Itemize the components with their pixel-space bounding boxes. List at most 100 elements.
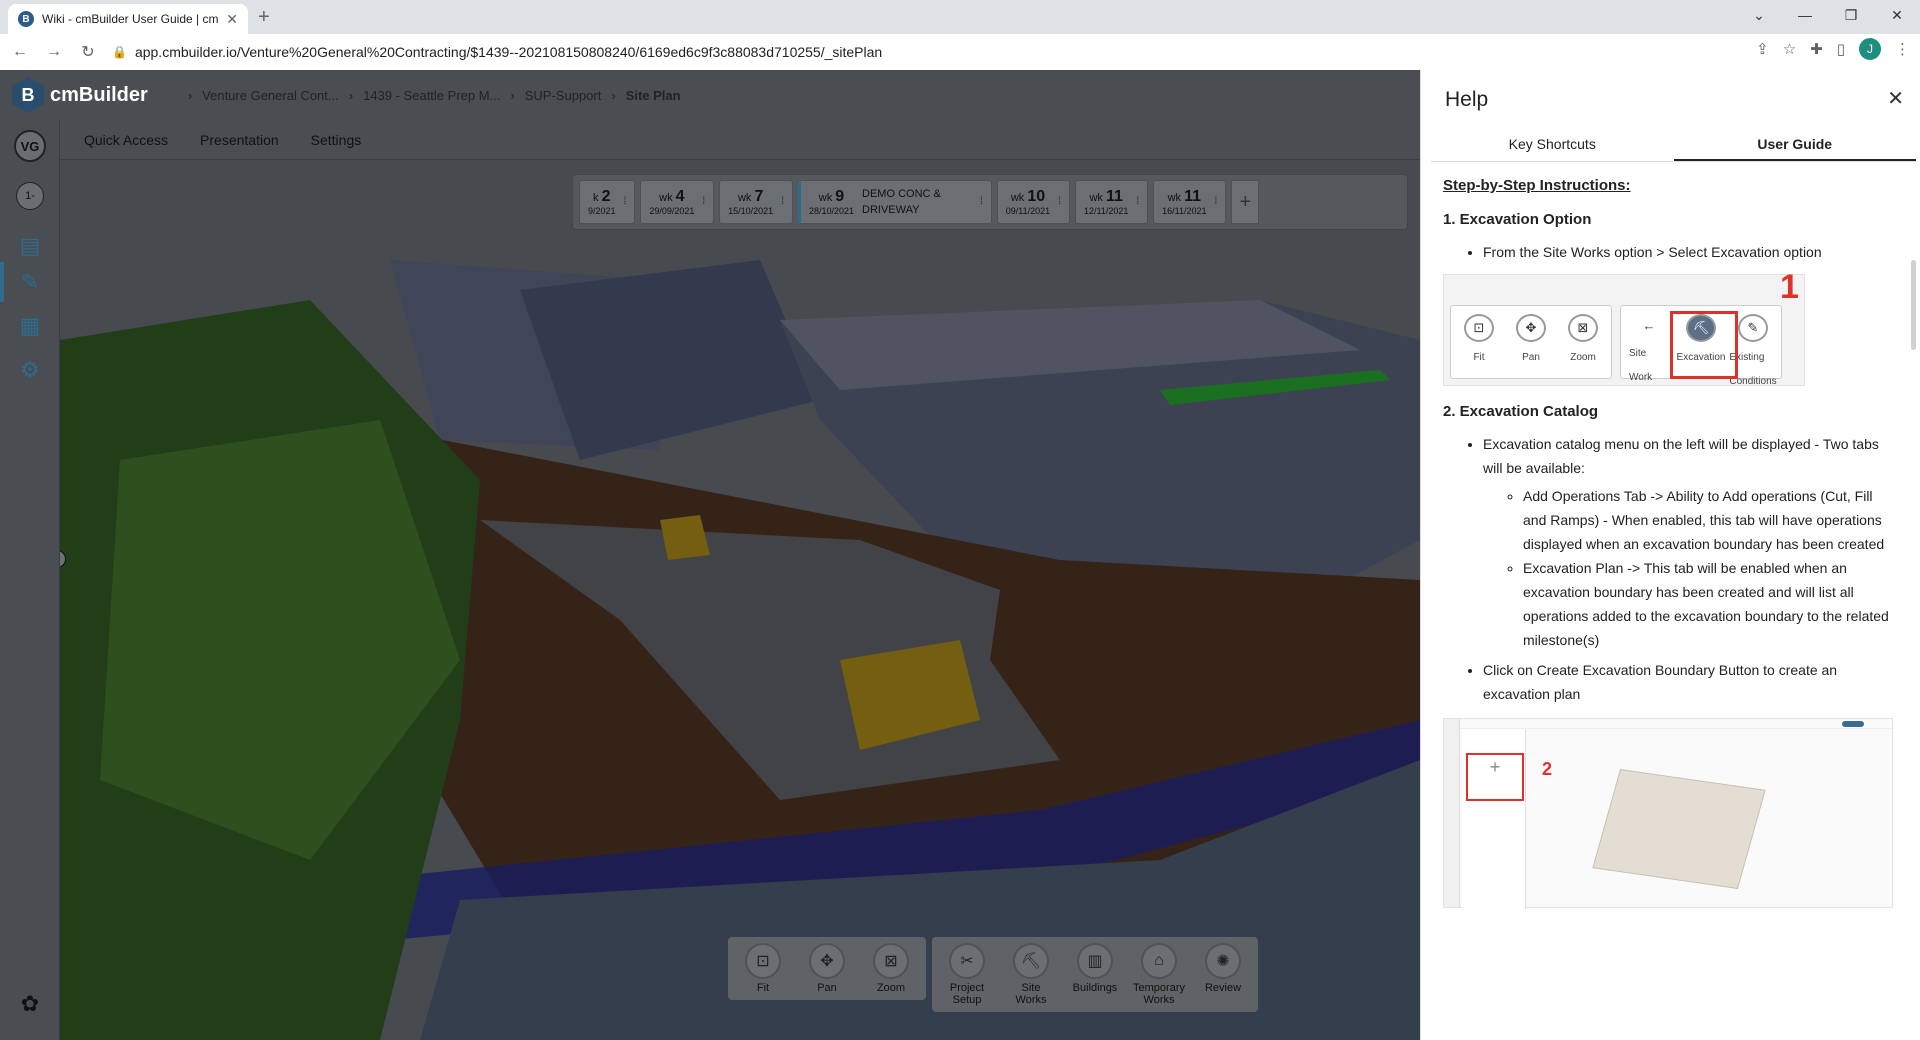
drag-handle-icon[interactable]: ⁞	[781, 197, 784, 207]
week-prefix: wk	[818, 192, 833, 204]
phase-badge[interactable]: 1-	[16, 182, 44, 210]
week-label: wk 11	[1168, 188, 1201, 206]
menu-quick-access[interactable]: Quick Access	[84, 132, 168, 148]
drag-handle-icon[interactable]: ⁞	[1058, 197, 1061, 207]
timeline-week[interactable]: wk 4 29/09/2021 ⁞	[640, 180, 715, 224]
buildings-label: Buildings	[1072, 982, 1118, 994]
restore-icon[interactable]: ❐	[1828, 0, 1874, 30]
timeline-week[interactable]: k 2 9/2021 ⁞	[579, 180, 636, 224]
zoom-icon: ⊠	[873, 943, 909, 979]
extensions-icon[interactable]: ✚	[1810, 40, 1823, 58]
guide-site-slab	[1592, 769, 1766, 889]
sub-list-item: Excavation Plan -> This tab will be enab…	[1523, 556, 1893, 652]
fit-icon: ⊡	[1464, 314, 1494, 342]
week-date: 15/10/2021	[728, 206, 774, 216]
tab-title: Wiki - cmBuilder User Guide | cm	[42, 12, 219, 26]
help-panel: Help ✕ Key Shortcuts User Guide Step-by-…	[1420, 70, 1920, 1040]
app-logo[interactable]: B cmBuilder	[12, 77, 148, 113]
forward-icon[interactable]: →	[40, 38, 68, 66]
breadcrumb-company[interactable]: Venture General Cont...	[202, 88, 339, 103]
drag-handle-icon[interactable]: ⁞	[980, 197, 983, 207]
timeline-week-selected[interactable]: wk 9 28/10/2021 DEMO CONC & DRIVEWAY ⁞	[797, 180, 992, 224]
settings-gear-icon[interactable]: ⚙	[12, 352, 48, 388]
back-icon[interactable]: ←	[6, 38, 34, 66]
timeline-week[interactable]: wk 10 09/11/2021 ⁞	[996, 180, 1070, 224]
fit-button[interactable]: ⊡ Fit	[738, 943, 788, 994]
bookmark-star-icon[interactable]: ☆	[1783, 40, 1796, 58]
drag-handle-icon[interactable]: ⁞	[1215, 197, 1218, 207]
drag-handle-icon[interactable]: ⁞	[624, 197, 627, 207]
temporary-works-button[interactable]: ⌂ Temporary Works	[1133, 943, 1185, 1006]
window-controls: ⌄ — ❐ ✕	[1736, 0, 1920, 34]
tools-bar: ✂ Project Setup ⛏ Site Works ▥ Buildings ⌂ T…	[932, 937, 1258, 1012]
share-icon[interactable]: ⇪	[1756, 40, 1769, 58]
week-label: wk 10	[1011, 188, 1045, 206]
drag-handle-icon[interactable]: ⁞	[702, 197, 705, 207]
help-tabs: Key Shortcuts User Guide	[1431, 128, 1916, 162]
pan-button[interactable]: ✥ Pan	[802, 943, 852, 994]
week-prefix: wk	[737, 192, 752, 204]
browser-toolbar: ← → ↻ 🔒 app.cmbuilder.io/Venture%20Gener…	[0, 34, 1920, 70]
guide-pill	[1842, 721, 1864, 727]
breadcrumb-project[interactable]: 1439 - Seattle Prep M...	[363, 88, 500, 103]
week-number: 7	[754, 188, 764, 205]
week-date: 28/10/2021	[808, 206, 855, 216]
browser-tabstrip: B Wiki - cmBuilder User Guide | cm ✕ + ⌄…	[0, 0, 1920, 34]
week-prefix: wk	[1167, 192, 1182, 204]
tab-user-guide[interactable]: User Guide	[1673, 128, 1916, 161]
schedule-icon[interactable]: ▦	[12, 308, 48, 344]
apps-flower-icon[interactable]: ✿	[12, 986, 48, 1022]
add-week-plus-icon[interactable]: +	[1231, 180, 1260, 224]
menu-settings[interactable]: Settings	[311, 132, 362, 148]
week-date: 16/11/2021	[1162, 206, 1207, 216]
site-plan-pen-icon[interactable]: ✎	[12, 264, 48, 300]
timeline-week[interactable]: wk 11 16/11/2021 ⁞	[1153, 180, 1227, 224]
zoom-button[interactable]: ⊠ Zoom	[866, 943, 916, 994]
side-panel-icon[interactable]: ▯	[1837, 40, 1845, 58]
tab-search-icon[interactable]: ⌄	[1736, 0, 1782, 30]
zoom-label: Zoom	[876, 982, 906, 994]
fit-label: Fit	[756, 982, 770, 994]
week-date: 9/2021	[588, 206, 616, 216]
guide-sidebar	[1444, 719, 1460, 907]
pan-icon: ✥	[1516, 314, 1546, 342]
minimize-icon[interactable]: —	[1782, 0, 1828, 30]
review-button[interactable]: ✺ Review	[1198, 943, 1248, 1006]
new-tab-icon[interactable]: +	[258, 6, 270, 29]
close-window-icon[interactable]: ✕	[1874, 0, 1920, 30]
zoom-icon: ⊠	[1568, 314, 1598, 342]
breadcrumb-phase[interactable]: SUP-Support	[525, 88, 602, 103]
drag-handle-icon[interactable]: ⁞	[1136, 197, 1139, 207]
temporary-works-label: Temporary Works	[1133, 982, 1185, 1006]
site-works-button[interactable]: ⛏ Site Works	[1006, 943, 1056, 1006]
week-number: 4	[675, 188, 685, 205]
timeline-week[interactable]: wk 11 12/11/2021 ⁞	[1074, 180, 1149, 224]
step-number: 2	[1542, 759, 1553, 779]
week-date: 12/11/2021	[1083, 206, 1129, 216]
address-bar[interactable]: 🔒 app.cmbuilder.io/Venture%20General%20C…	[112, 44, 1712, 60]
week-date: 29/09/2021	[649, 206, 695, 216]
site-3d-scene[interactable]	[60, 160, 1420, 1040]
existing-conditions-icon: ✎	[1738, 314, 1768, 342]
browser-menu-icon[interactable]: ⋮	[1895, 40, 1910, 58]
breadcrumb: › Venture General Cont... › 1439 - Seatt…	[188, 88, 681, 103]
guide-existing: ✎ Existing Conditions	[1729, 314, 1777, 387]
browser-tab[interactable]: B Wiki - cmBuilder User Guide | cm ✕	[8, 4, 248, 34]
close-tab-icon[interactable]: ✕	[226, 11, 238, 28]
guide-zoom-label: Zoom	[1570, 352, 1596, 363]
close-icon[interactable]: ✕	[1887, 86, 1904, 111]
help-scrollbar[interactable]	[1911, 260, 1916, 350]
timeline-week[interactable]: wk 7 15/10/2021 ⁞	[719, 180, 793, 224]
profile-avatar[interactable]: J	[1859, 38, 1881, 60]
documents-icon[interactable]: ▤	[12, 228, 48, 264]
buildings-button[interactable]: ▥ Buildings	[1070, 943, 1120, 1006]
3d-viewport[interactable]: k 2 9/2021 ⁞ wk 4 29/09/2021 ⁞ wk 7 15/10/2…	[60, 160, 1420, 1040]
guide-image-excavation-option: ⊡ Fit ✥ Pan ⊠ Zoom ← Site Work ⛏ Excavation ✎…	[1443, 270, 1805, 387]
week-number: 11	[1184, 188, 1202, 205]
tab-key-shortcuts[interactable]: Key Shortcuts	[1431, 128, 1674, 161]
project-setup-button[interactable]: ✂ Project Setup	[942, 943, 992, 1006]
org-avatar[interactable]: VG	[14, 130, 46, 162]
reload-icon[interactable]: ↻	[74, 38, 102, 66]
breadcrumb-current: Site Plan	[625, 87, 681, 103]
menu-presentation[interactable]: Presentation	[200, 132, 279, 148]
